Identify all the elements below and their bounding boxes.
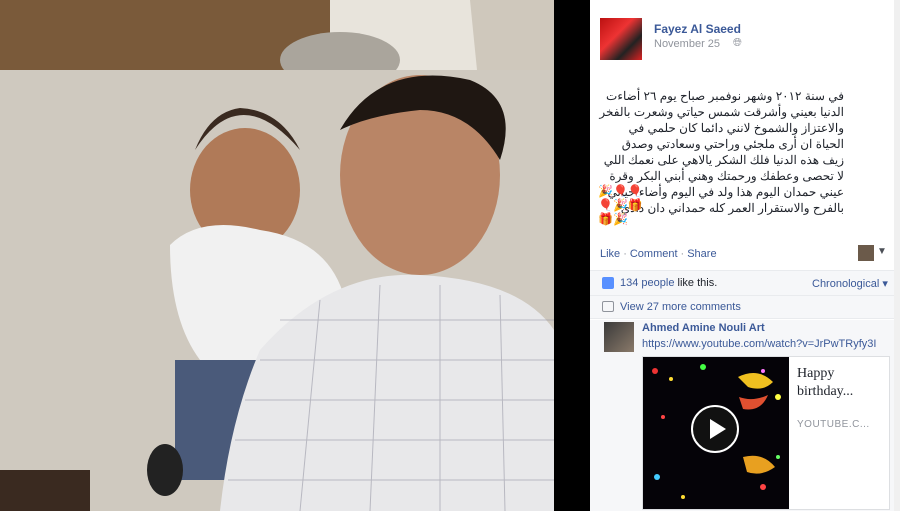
author-avatar[interactable] (600, 18, 642, 60)
author-name[interactable]: Fayez Al Saeed (654, 22, 741, 36)
preview-source: YOUTUBE.C... (797, 419, 870, 430)
viewer-avatar[interactable] (858, 245, 874, 261)
photo-viewer (0, 0, 582, 511)
view-more-comments[interactable]: View 27 more comments (590, 296, 900, 319)
likes-bar: 134 people like this. Chronological ▾ (590, 270, 900, 296)
post-photo (0, 0, 554, 511)
comment-bubble-icon (602, 301, 614, 312)
post-emojis: 🎉🎈🎈🎈🎉🎁🎁🎉 (598, 184, 643, 226)
commenter-avatar[interactable] (604, 322, 634, 352)
action-separator: · (680, 248, 685, 260)
preview-title[interactable]: Happy birthday... (797, 365, 887, 401)
play-icon[interactable] (691, 405, 739, 453)
view-more-comments-label: View 27 more comments (620, 301, 741, 313)
post-date[interactable]: November 25 (654, 38, 720, 50)
scrollbar[interactable] (894, 0, 900, 511)
likes-suffix: like this. (674, 277, 718, 289)
comment-link[interactable]: Comment (630, 248, 678, 260)
likes-count[interactable]: 134 people (620, 277, 674, 289)
like-link[interactable]: Like (600, 248, 620, 260)
post-sidebar: Fayez Al Saeed November 25 🌐︎ في سنة ٢٠١… (590, 0, 900, 511)
comment-sort-label: Chronological (812, 278, 880, 290)
chevron-down-icon: ▾ (882, 278, 888, 290)
action-separator: · (623, 248, 627, 260)
comment-sort-dropdown[interactable]: Chronological ▾ (812, 277, 888, 290)
likes-summary: 134 people like this. (620, 277, 717, 289)
post-actions: Like · Comment · Share (600, 248, 717, 260)
share-link[interactable]: Share (687, 248, 716, 260)
commenter-name[interactable]: Ahmed Amine Nouli Art (642, 322, 765, 334)
globe-icon: 🌐︎ (733, 37, 742, 49)
comment: Ahmed Amine Nouli Art https://www.youtub… (590, 320, 900, 511)
comment-link[interactable]: https://www.youtube.com/watch?v=JrPwTRyf… (642, 338, 876, 350)
chevron-down-icon[interactable]: ▼ (877, 246, 887, 257)
thumbs-up-icon (602, 277, 614, 289)
link-preview-card[interactable]: Happy birthday... YOUTUBE.C... (642, 356, 890, 510)
